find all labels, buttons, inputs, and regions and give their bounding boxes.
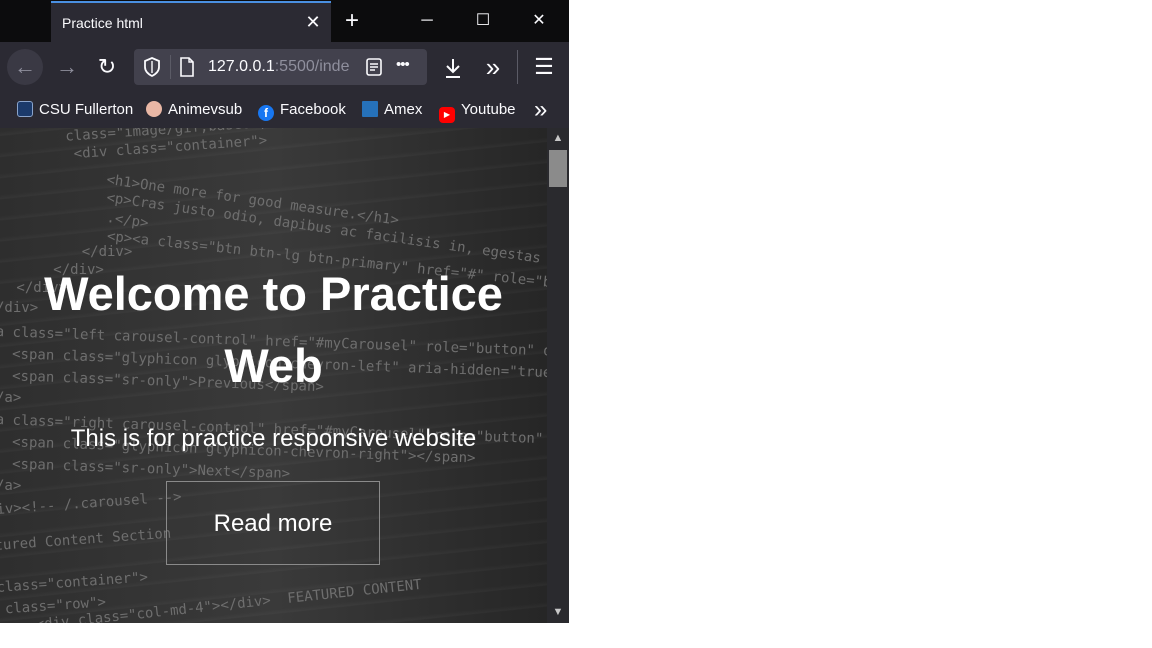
bookmarks-toolbar: CSU Fullerton Animevsub f Facebook Amex ▶… <box>0 92 569 128</box>
download-icon[interactable] <box>435 49 471 85</box>
code-line: /a> <box>0 478 22 494</box>
page-actions-icon[interactable]: ••• <box>396 56 410 73</box>
bookmark-label: Animevsub <box>168 101 243 118</box>
close-tab-icon[interactable]: ✕ <box>303 12 323 32</box>
amex-icon <box>362 101 378 117</box>
tracking-protection-shield-icon[interactable] <box>142 56 162 78</box>
bookmark-label: Amex <box>384 101 423 118</box>
hero-title: Welcome to Practice Web <box>44 267 503 392</box>
reload-icon[interactable]: ↻ <box>89 49 125 85</box>
scroll-up-icon[interactable]: ▲ <box>547 132 569 146</box>
scroll-thumb[interactable] <box>549 150 567 187</box>
bookmarks-overflow-icon[interactable]: » <box>534 96 547 124</box>
page-info-icon[interactable] <box>178 57 196 77</box>
toolbar-divider <box>517 50 518 84</box>
toolbar-overflow-icon[interactable]: » <box>475 49 511 85</box>
menu-icon[interactable]: ☰ <box>526 49 562 85</box>
url-path: :5500/inde <box>274 58 350 75</box>
bookmark-facebook[interactable]: f Facebook <box>258 101 346 121</box>
title-bar: Practice html ✕ + ─ ☐ ✕ <box>0 0 569 42</box>
hero-subtitle: This is for practice responsive website <box>70 425 477 452</box>
animevsub-icon <box>146 101 162 117</box>
youtube-icon: ▶ <box>439 107 455 123</box>
code-line: class="container"> <box>0 569 149 596</box>
minimize-icon[interactable]: ─ <box>399 0 455 42</box>
address-bar[interactable]: 127.0.0.1:5500/inde ••• <box>134 49 427 85</box>
url-text[interactable]: 127.0.0.1:5500/inde <box>208 58 356 76</box>
navigation-toolbar: ← → ↻ 127.0.0.1:5500/inde ••• » ☰ <box>0 42 569 92</box>
bookmark-animevsub[interactable]: Animevsub <box>146 101 242 118</box>
reader-view-icon[interactable] <box>364 57 384 77</box>
browser-window: Practice html ✕ + ─ ☐ ✕ ← → ↻ 127.0.0.1:… <box>0 0 569 623</box>
page-content: class="image/gif;base64,R0lGODlhAQABAIAA… <box>0 128 547 623</box>
bookmark-label: Facebook <box>280 101 346 118</box>
url-host: 127.0.0.1 <box>208 58 275 75</box>
close-window-icon[interactable]: ✕ <box>511 0 567 42</box>
tab-practice-html[interactable]: Practice html ✕ <box>51 1 331 42</box>
code-line: tured Content Section <box>0 525 172 554</box>
bookmark-label: CSU Fullerton <box>39 101 134 118</box>
maximize-icon[interactable]: ☐ <box>455 0 511 42</box>
bookmark-csu-fullerton[interactable]: CSU Fullerton <box>17 101 133 118</box>
url-separator <box>170 55 171 79</box>
bookmark-label: Youtube <box>461 101 516 118</box>
bookmark-amex[interactable]: Amex <box>362 101 422 118</box>
code-line: iv><!-- /.carousel --> <box>0 489 183 518</box>
code-line: <span class="sr-only">Next</span> <box>3 456 291 482</box>
vertical-scrollbar[interactable]: ▲ ▼ <box>547 128 569 623</box>
csu-fullerton-icon <box>17 101 33 117</box>
read-more-button[interactable]: Read more <box>166 481 380 565</box>
scroll-down-icon[interactable]: ▼ <box>547 606 569 620</box>
back-icon[interactable]: ← <box>7 49 43 85</box>
new-tab-icon[interactable]: + <box>338 8 366 34</box>
forward-icon[interactable]: → <box>49 49 85 85</box>
bookmark-youtube[interactable]: ▶ Youtube <box>439 101 516 123</box>
tab-title: Practice html <box>62 15 143 31</box>
facebook-icon: f <box>258 105 274 121</box>
